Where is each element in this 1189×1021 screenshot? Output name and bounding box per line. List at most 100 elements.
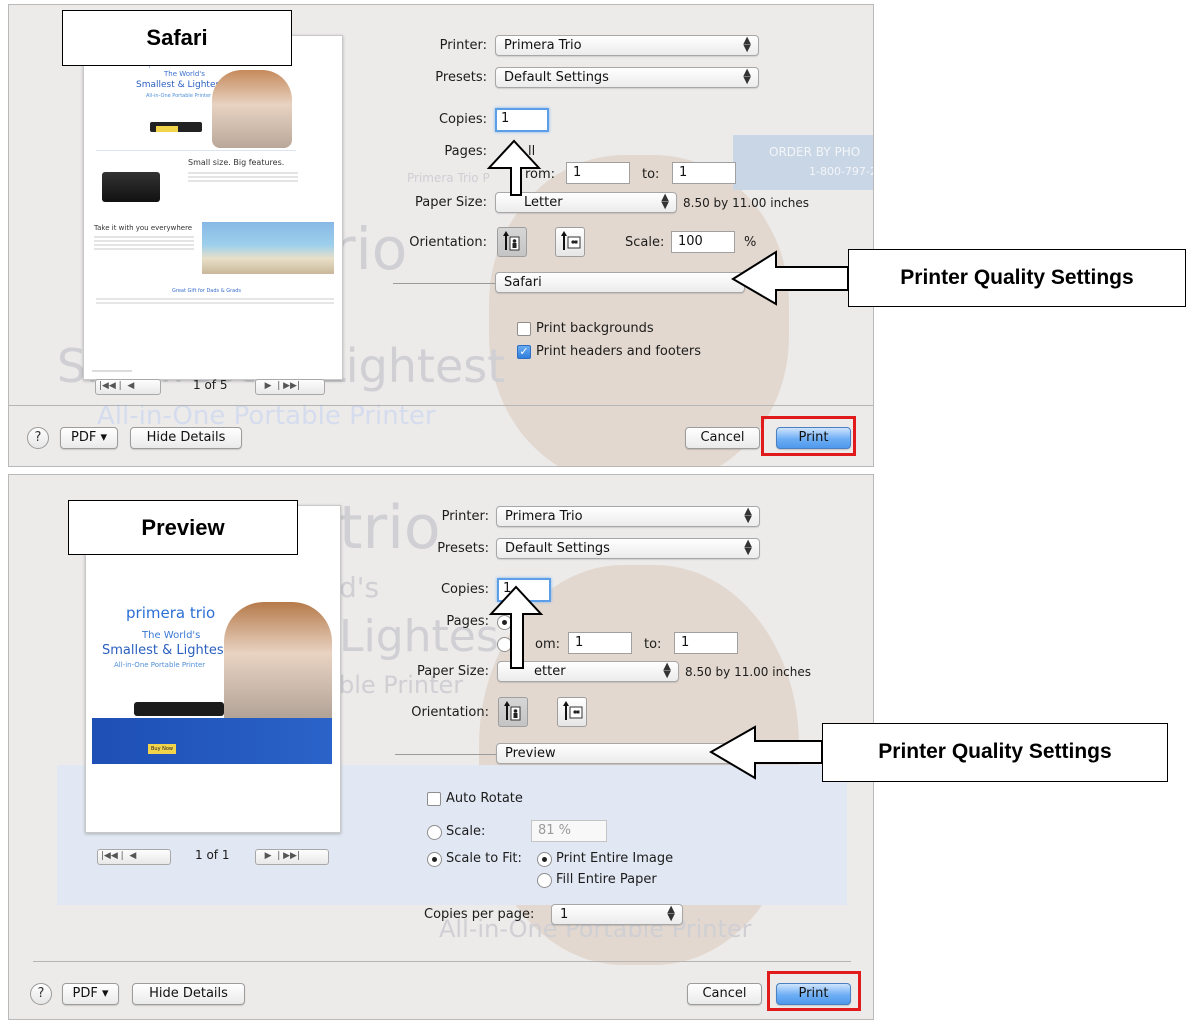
footer-separator xyxy=(9,405,873,406)
safari-print-dialog: ORDER BY PHO 1-800-797-2772 Primera Trio… xyxy=(8,4,874,467)
hide-details-button[interactable]: Hide Details xyxy=(132,983,245,1005)
printer-popup[interactable]: Primera Trio ▲ ▼ xyxy=(496,506,760,527)
print-entire-image-label: Print Entire Image xyxy=(556,851,674,866)
preview-printer-photo xyxy=(102,172,160,202)
preview-printer-image xyxy=(134,702,224,716)
copies-field[interactable]: 1 xyxy=(497,578,551,602)
section-popup[interactable]: Preview xyxy=(496,743,746,764)
print-entire-image-radio[interactable] xyxy=(537,852,552,867)
pages-range-radio[interactable] xyxy=(497,637,512,652)
fill-entire-paper-label: Fill Entire Paper xyxy=(556,872,657,887)
popup-arrows-icon: ▲ ▼ xyxy=(667,904,675,923)
scale-field[interactable]: 81 % xyxy=(531,820,607,842)
popup-arrows-icon: ▲ ▼ xyxy=(743,35,751,54)
preview-headline: All-in-One Portable Printer xyxy=(146,93,212,99)
copies-per-page-value: 1 xyxy=(560,907,569,922)
background-phone-banner xyxy=(733,135,873,190)
presets-label: Presets: xyxy=(435,70,487,85)
pages-from-label: om: xyxy=(535,637,560,652)
preview-callout-box: Preview xyxy=(68,500,298,555)
paper-size-dimensions: 8.50 by 11.00 inches xyxy=(685,665,812,679)
preview-section-heading: Take it with you everywhere xyxy=(94,224,193,232)
preview-headline: All-in-One Portable Printer xyxy=(114,661,206,669)
first-prev-page-buttons[interactable]: |◀◀ | ◀ xyxy=(97,849,171,865)
paper-size-label: Paper Size: xyxy=(416,664,489,679)
pdf-menu-button[interactable]: PDF ▾ xyxy=(60,427,118,449)
section-popup[interactable]: Safari xyxy=(495,272,745,293)
paper-size-dimensions: 8.50 by 11.00 inches xyxy=(683,196,810,210)
presets-popup[interactable]: Default Settings ▲ ▼ xyxy=(495,67,759,88)
pages-label: Pages: xyxy=(444,144,487,159)
scale-field[interactable]: 100 xyxy=(671,231,735,253)
scale-radio[interactable] xyxy=(427,825,442,840)
auto-rotate-label: Auto Rotate xyxy=(446,791,523,806)
landscape-orientation-button[interactable] xyxy=(557,697,587,727)
cancel-button[interactable]: Cancel xyxy=(687,983,762,1005)
pages-from-field[interactable]: 1 xyxy=(568,632,632,654)
preview-headline: Smallest & Lightest xyxy=(102,643,229,658)
printer-value: Primera Trio xyxy=(505,509,583,524)
scale-to-fit-radio[interactable] xyxy=(427,852,442,867)
preview-beach-image xyxy=(202,222,334,274)
print-headers-checkbox[interactable]: ✓ xyxy=(517,345,531,359)
preview-footer-heading: Great Gift for Dads & Grads xyxy=(172,288,242,294)
presets-popup[interactable]: Default Settings ▲ ▼ xyxy=(496,538,760,559)
orientation-label: Orientation: xyxy=(409,235,487,250)
copies-field[interactable]: 1 xyxy=(495,108,549,132)
copies-label: Copies: xyxy=(440,582,489,597)
safari-callout-title: Safari xyxy=(146,25,208,50)
copies-per-page-label: Copies per page: xyxy=(424,907,535,922)
paper-size-popup[interactable]: etter ▲ ▼ xyxy=(497,661,679,682)
pages-all-radio[interactable] xyxy=(497,615,512,630)
cancel-button[interactable]: Cancel xyxy=(685,427,760,449)
hide-details-button[interactable]: Hide Details xyxy=(130,427,242,449)
help-button[interactable]: ? xyxy=(30,983,52,1005)
preview-url-footer xyxy=(92,370,132,372)
preview-buy-button xyxy=(156,126,178,132)
preview-page-thumbnail: primera The World's Smallest & Lightest … xyxy=(83,35,343,380)
print-button-highlight xyxy=(761,416,856,456)
pages-to-field[interactable]: 1 xyxy=(674,632,738,654)
printer-popup[interactable]: Primera Trio ▲ ▼ xyxy=(495,35,759,56)
pages-all-label: ll xyxy=(528,144,536,159)
paper-size-value: etter xyxy=(534,664,566,679)
background-text: d's xyxy=(339,571,380,604)
landscape-orientation-button[interactable] xyxy=(555,227,585,257)
next-last-page-buttons[interactable]: ▶ | ▶▶| xyxy=(255,849,329,865)
pages-to-label: to: xyxy=(642,167,660,182)
preview-callout-title: Preview xyxy=(141,515,225,540)
pages-from-field[interactable]: 1 xyxy=(566,162,630,184)
first-prev-page-buttons[interactable]: |◀◀ | ◀ xyxy=(95,379,161,395)
presets-value: Default Settings xyxy=(504,70,609,85)
preview-section-heading: Small size. Big features. xyxy=(188,158,285,167)
preview-headline: The World's xyxy=(164,70,205,78)
footer-separator xyxy=(33,961,851,962)
pages-label: Pages: xyxy=(446,614,489,629)
portrait-orientation-button[interactable] xyxy=(497,227,527,257)
scale-label: Scale: xyxy=(625,235,665,250)
print-backgrounds-checkbox[interactable] xyxy=(517,322,531,336)
preview-person-image xyxy=(212,70,292,148)
preview-blue-band xyxy=(92,718,332,764)
fill-entire-paper-radio[interactable] xyxy=(537,873,552,888)
auto-rotate-checkbox[interactable] xyxy=(427,792,441,806)
portrait-icon xyxy=(503,231,520,251)
presets-value: Default Settings xyxy=(505,541,610,556)
section-popup-value: Safari xyxy=(504,275,542,290)
orientation-label: Orientation: xyxy=(411,705,489,720)
preview-buy-now-button: Buy Now xyxy=(148,744,176,754)
help-button[interactable]: ? xyxy=(27,427,49,449)
print-button-highlight xyxy=(767,971,861,1011)
presets-label: Presets: xyxy=(437,541,489,556)
portrait-orientation-button[interactable] xyxy=(498,697,528,727)
pages-to-field[interactable]: 1 xyxy=(672,162,736,184)
pages-to-label: to: xyxy=(644,637,662,652)
paper-size-popup[interactable]: Letter ▲ ▼ xyxy=(495,192,677,213)
printer-label: Printer: xyxy=(441,509,489,524)
next-last-page-buttons[interactable]: ▶ | ▶▶| xyxy=(255,379,325,395)
section-separator xyxy=(395,754,501,755)
printer-label: Printer: xyxy=(439,38,487,53)
paper-size-label: Paper Size: xyxy=(414,195,487,210)
copies-per-page-popup[interactable]: 1 ▲ ▼ xyxy=(551,904,683,925)
pdf-menu-button[interactable]: PDF ▾ xyxy=(62,983,119,1005)
